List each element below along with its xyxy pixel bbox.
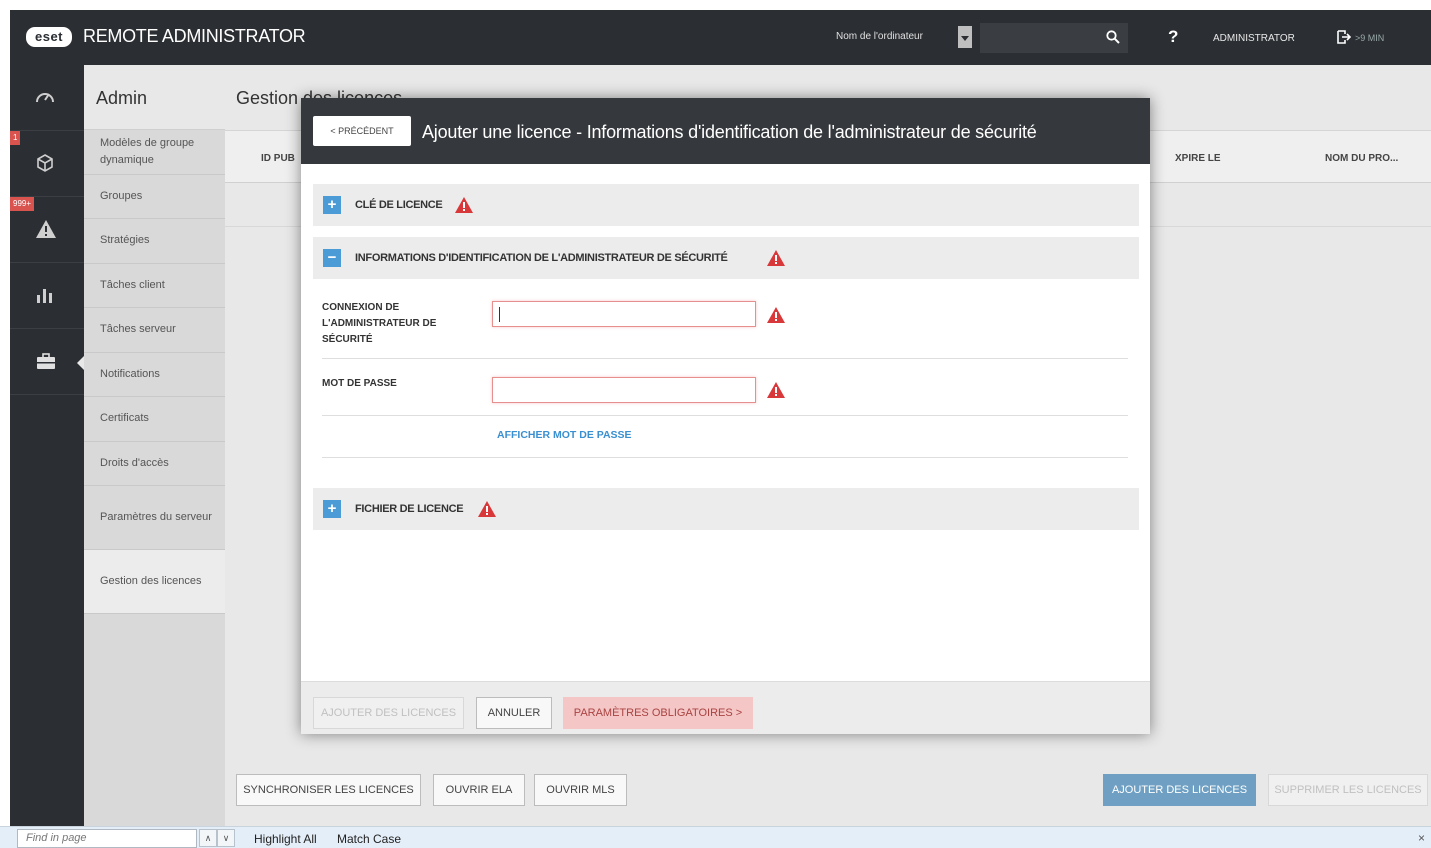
column-public-id[interactable]: ID PUB <box>261 153 295 164</box>
briefcase-icon <box>37 353 55 369</box>
admin-nav-panel: Admin Modèles de groupe dynamique Groupe… <box>84 65 225 848</box>
show-password-link[interactable]: AFFICHER MOT DE PASSE <box>497 429 632 441</box>
credentials-section[interactable]: − INFORMATIONS D'IDENTIFICATION DE L'ADM… <box>313 237 1139 279</box>
column-product-name[interactable]: NOM DU PRO... <box>1325 153 1398 164</box>
search-icon[interactable] <box>1106 30 1120 44</box>
warning-icon <box>767 382 785 398</box>
license-file-title: FICHIER DE LICENCE <box>355 503 464 515</box>
expand-icon[interactable]: + <box>323 500 341 518</box>
warning-icon <box>767 307 785 323</box>
dialog-title: Ajouter une licence - Informations d'ide… <box>422 122 1037 142</box>
license-key-section[interactable]: + CLÉ DE LICENCE <box>313 184 1139 226</box>
nav-access-rights[interactable]: Droits d'accès <box>84 442 225 486</box>
close-icon[interactable]: × <box>1418 831 1425 845</box>
collapse-icon[interactable]: − <box>323 249 341 267</box>
add-license-dialog: < PRÉCÉDENT Ajouter une licence - Inform… <box>301 98 1150 734</box>
search-type-dropdown[interactable] <box>958 26 972 48</box>
find-input[interactable]: Find in page <box>17 829 197 848</box>
find-next-button[interactable]: ∨ <box>217 829 235 847</box>
warning-icon <box>767 250 785 266</box>
column-expires[interactable]: XPIRE LE <box>1175 153 1221 164</box>
admin-title: Admin <box>84 65 225 130</box>
match-case-option[interactable]: Match Case <box>337 832 401 846</box>
nav-certificates[interactable]: Certificats <box>84 397 225 442</box>
nav-policies[interactable]: Stratégies <box>84 219 225 264</box>
bar-chart-icon <box>37 289 52 303</box>
user-menu[interactable]: ADMINISTRATOR <box>1213 33 1295 44</box>
required-settings-button[interactable]: PARAMÈTRES OBLIGATOIRES > <box>563 697 753 729</box>
nav-client-tasks[interactable]: Tâches client <box>84 264 225 308</box>
search-type-label[interactable]: Nom de l'ordinateur <box>836 31 923 42</box>
add-licenses-button[interactable]: AJOUTER DES LICENCES <box>1103 774 1256 806</box>
find-previous-button[interactable]: ∧ <box>199 829 217 847</box>
license-file-section[interactable]: + FICHIER DE LICENCE <box>313 488 1139 530</box>
text-cursor <box>499 307 500 322</box>
login-label: CONNEXION DE L'ADMINISTRATEUR DE SÉCURIT… <box>322 302 437 345</box>
license-footer: SYNCHRONISER LES LICENCES OUVRIR ELA OUV… <box>225 763 1431 831</box>
password-row: MOT DE PASSE <box>322 359 1128 416</box>
login-field[interactable] <box>492 301 756 327</box>
computers-nav[interactable]: 1 <box>10 131 84 197</box>
back-button[interactable]: < PRÉCÉDENT <box>313 116 411 146</box>
nav-server-tasks[interactable]: Tâches serveur <box>84 308 225 353</box>
sync-licenses-button[interactable]: SYNCHRONISER LES LICENCES <box>236 774 421 806</box>
eset-logo: eset <box>26 27 72 47</box>
dialog-header: < PRÉCÉDENT Ajouter une licence - Inform… <box>301 98 1150 164</box>
remove-licenses-button[interactable]: SUPPRIMER LES LICENCES <box>1268 774 1428 806</box>
password-label: MOT DE PASSE <box>322 378 397 389</box>
nav-groups[interactable]: Groupes <box>84 175 225 219</box>
nav-notifications[interactable]: Notifications <box>84 353 225 397</box>
app-title: REMOTE ADMINISTRATOR <box>83 26 306 46</box>
nav-license-management[interactable]: Gestion des licences <box>84 550 225 614</box>
icon-sidebar: 1 999+ <box>10 65 85 848</box>
find-bar: Find in page ∧ ∨ Highlight All Match Cas… <box>0 826 1431 848</box>
open-mls-button[interactable]: OUVRIR MLS <box>534 774 627 806</box>
show-password-row <box>322 416 1128 458</box>
dashboard-icon <box>36 93 54 103</box>
login-row: CONNEXION DE L'ADMINISTRATEUR DE SÉCURIT… <box>322 294 1128 359</box>
highlight-all-option[interactable]: Highlight All <box>254 832 317 846</box>
cancel-button[interactable]: ANNULER <box>476 697 552 729</box>
computers-badge: 1 <box>10 131 21 145</box>
dashboard-nav[interactable] <box>10 65 84 131</box>
threats-badge: 999+ <box>10 197 35 211</box>
admin-nav[interactable] <box>10 329 85 395</box>
warning-icon <box>478 501 496 517</box>
dialog-footer: AJOUTER DES LICENCES ANNULER PARAMÈTRES … <box>301 681 1150 734</box>
threats-nav[interactable]: 999+ <box>10 197 84 263</box>
expand-icon[interactable]: + <box>323 196 341 214</box>
app-window: eset REMOTE ADMINISTRATOR Nom de l'ordin… <box>10 10 1431 848</box>
warning-icon <box>455 197 473 213</box>
add-licenses-dialog-button[interactable]: AJOUTER DES LICENCES <box>313 697 464 729</box>
top-bar: eset REMOTE ADMINISTRATOR Nom de l'ordin… <box>10 10 1431 65</box>
cube-icon <box>37 154 53 172</box>
credentials-title: INFORMATIONS D'IDENTIFICATION DE L'ADMIN… <box>355 252 728 264</box>
password-field[interactable] <box>492 377 756 403</box>
logout-icon[interactable] <box>1336 29 1352 45</box>
nav-server-settings[interactable]: Paramètres du serveur <box>84 486 225 550</box>
reports-nav[interactable] <box>10 263 84 329</box>
help-icon[interactable]: ? <box>1168 27 1178 47</box>
warning-icon <box>36 220 56 238</box>
open-ela-button[interactable]: OUVRIR ELA <box>433 774 525 806</box>
session-timeout: >9 MIN <box>1355 33 1385 43</box>
license-key-title: CLÉ DE LICENCE <box>355 199 443 211</box>
nav-dynamic-groups[interactable]: Modèles de groupe dynamique <box>84 130 225 175</box>
